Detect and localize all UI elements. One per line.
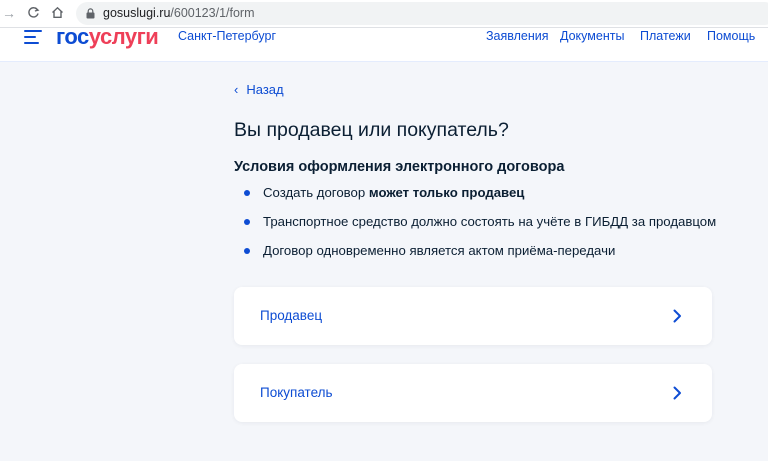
list-item: Создать договор может только продавец xyxy=(244,184,716,213)
bullet-icon xyxy=(244,190,250,196)
conditions-title: Условия оформления электронного договора xyxy=(234,159,565,175)
nav-documents[interactable]: Документы xyxy=(560,29,624,43)
back-link[interactable]: ‹ Назад xyxy=(234,82,284,97)
chevron-right-icon xyxy=(673,386,681,400)
top-navigation: Заявления Документы Платежи Помощь xyxy=(0,28,768,48)
back-label: Назад xyxy=(246,82,284,97)
seller-option-label: Продавец xyxy=(260,308,323,323)
nav-applications[interactable]: Заявления xyxy=(486,29,549,43)
buyer-option-label: Покупатель xyxy=(260,385,333,400)
buyer-option[interactable]: Покупатель xyxy=(234,364,712,422)
bullet-icon xyxy=(244,248,250,254)
reload-icon[interactable] xyxy=(24,4,42,22)
url-text: gosuslugi.ru/600123/1/form xyxy=(103,6,255,20)
chevron-right-icon xyxy=(673,309,681,323)
seller-option[interactable]: Продавец xyxy=(234,287,712,345)
nav-payments[interactable]: Платежи xyxy=(640,29,691,43)
address-bar[interactable]: gosuslugi.ru/600123/1/form xyxy=(76,2,768,25)
lock-icon xyxy=(86,8,95,19)
chevron-left-icon: ‹ xyxy=(234,82,239,97)
nav-help[interactable]: Помощь xyxy=(707,29,755,43)
bullet-icon xyxy=(244,219,250,225)
list-item: Договор одновременно является актом приё… xyxy=(244,242,716,271)
site-header: госуслуги Санкт-Петербург Заявления Доку… xyxy=(0,25,768,62)
page-title: Вы продавец или покупатель? xyxy=(234,119,509,141)
back-arrow-icon[interactable]: → xyxy=(0,4,18,22)
conditions-list: Создать договор может только продавец Тр… xyxy=(244,184,716,271)
list-item: Транспортное средство должно состоять на… xyxy=(244,213,716,242)
home-icon[interactable] xyxy=(48,4,66,22)
